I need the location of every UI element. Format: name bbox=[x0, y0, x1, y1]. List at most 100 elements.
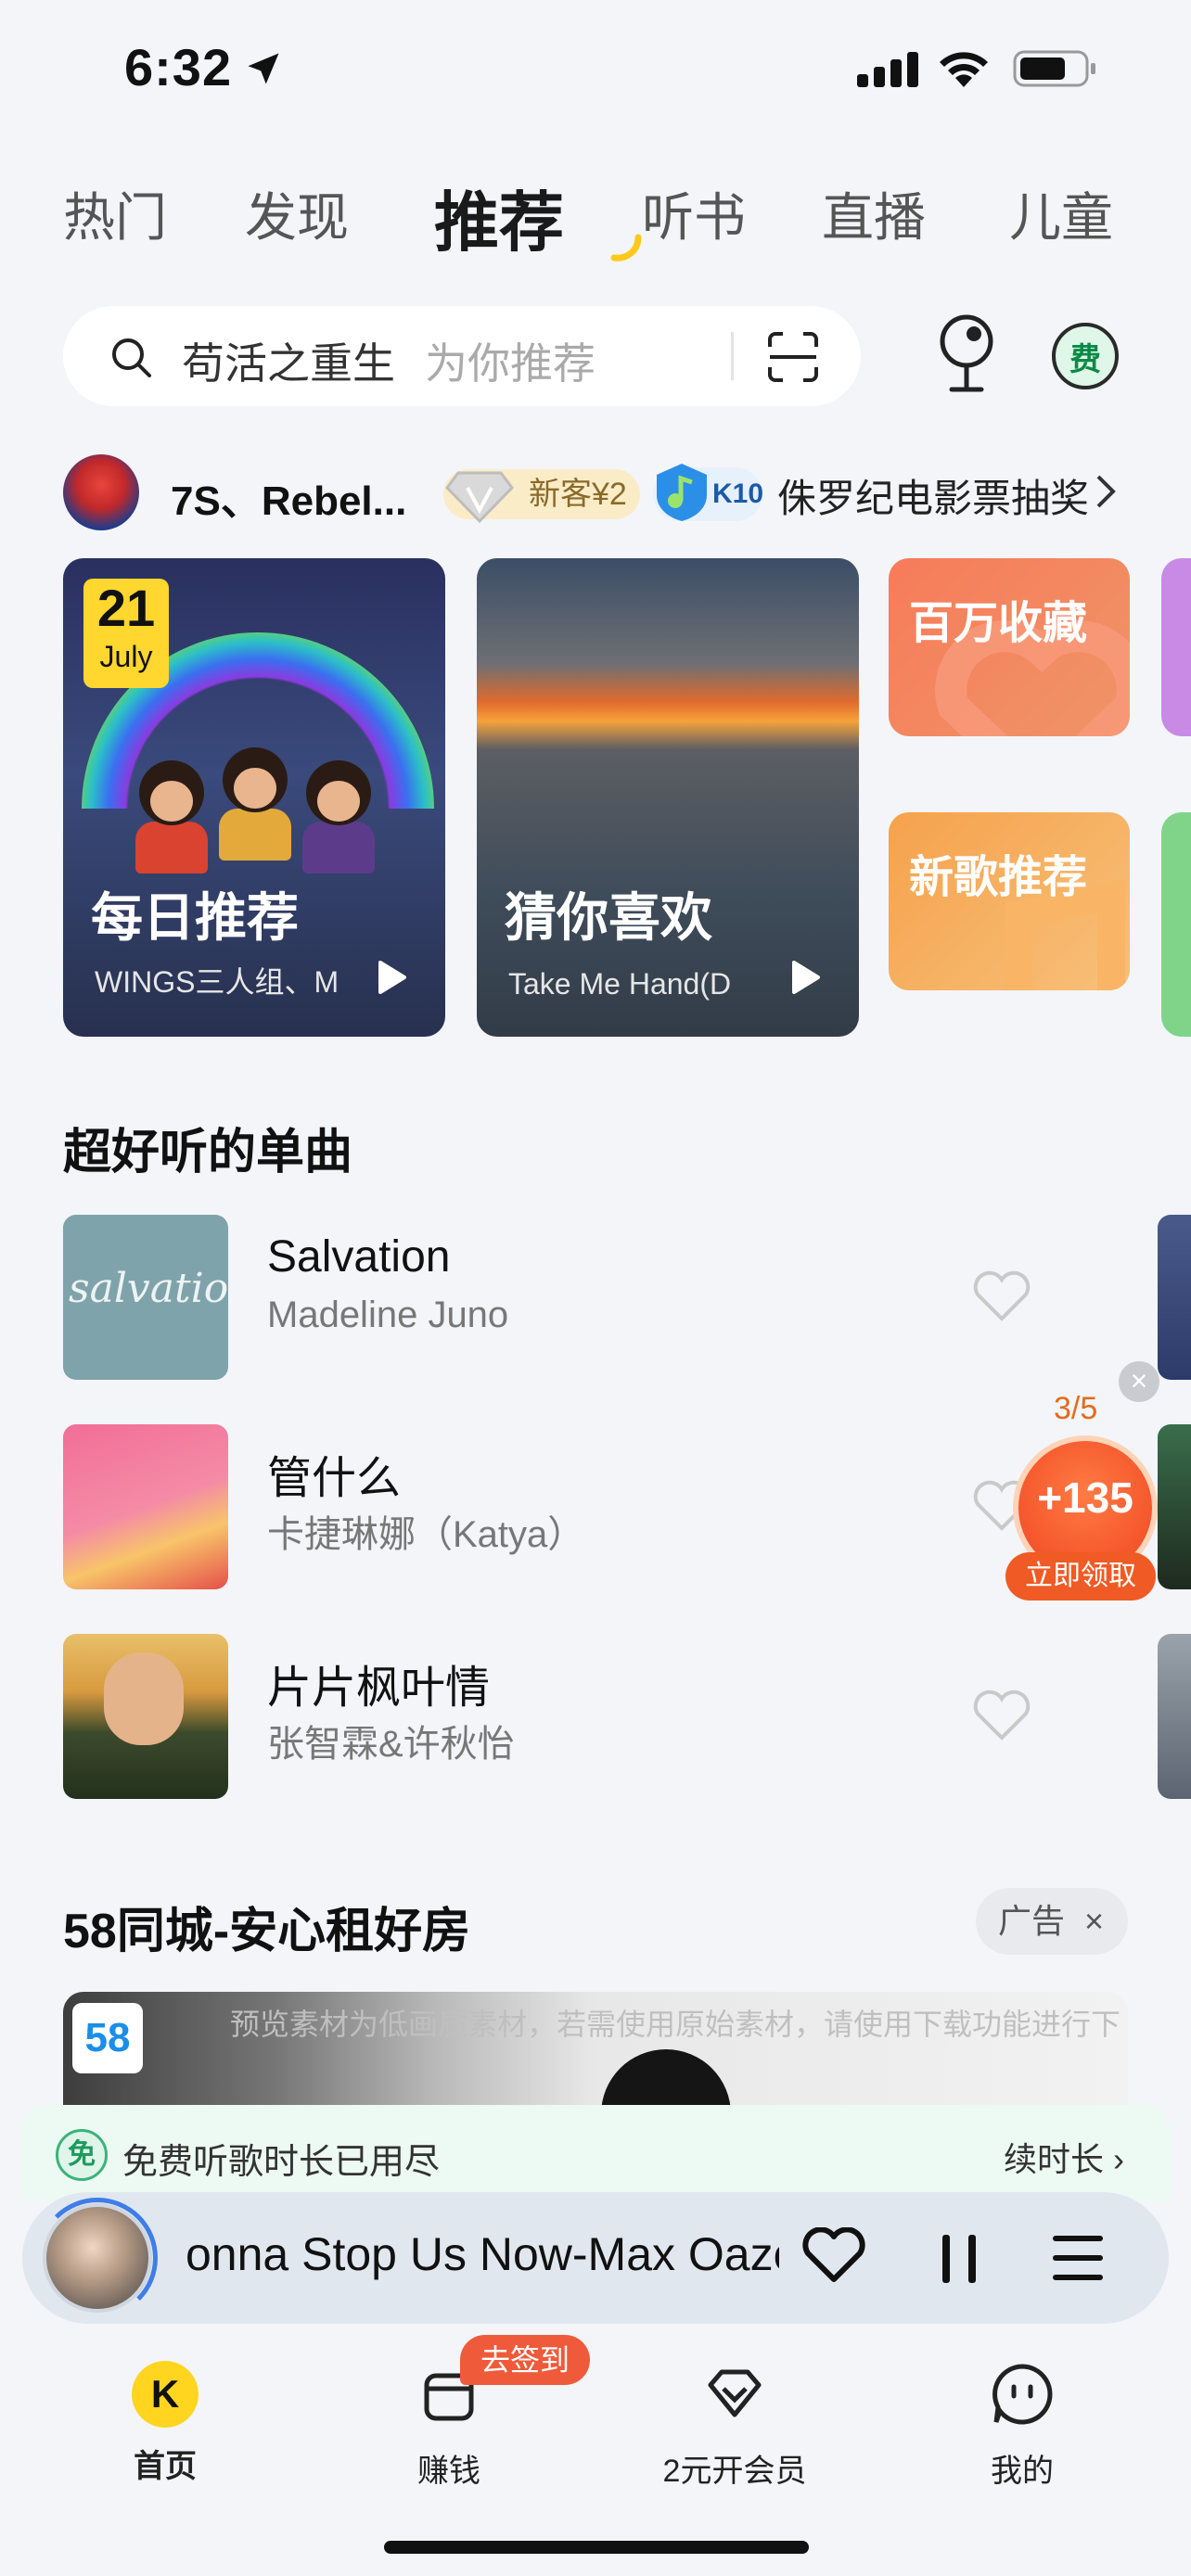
album-cover bbox=[63, 1424, 228, 1589]
song-artist: 张智霖&许秋怡 bbox=[267, 1724, 515, 1765]
now-playing-title[interactable]: onna Stop Us Now-Max Oazo bbox=[186, 2227, 779, 2281]
tab-label: 我的 bbox=[991, 2454, 1054, 2489]
status-bar: 6:32 bbox=[0, 0, 1191, 139]
guess-you-like-card[interactable]: 猜你喜欢 Take Me Hand(D bbox=[477, 558, 859, 1037]
active-tab-indicator bbox=[610, 234, 642, 261]
diamond-icon bbox=[445, 471, 514, 524]
scan-icon[interactable] bbox=[766, 330, 820, 384]
ad-tag[interactable]: 广告 × bbox=[976, 1888, 1128, 1955]
profile-face-icon bbox=[992, 2364, 1053, 2425]
tab-label: 赚钱 bbox=[417, 2454, 480, 2489]
search-bar[interactable]: 苟活之重生 为你推荐 bbox=[63, 306, 861, 406]
ad-logo: 58 bbox=[72, 2003, 143, 2073]
favorite-heart-icon[interactable] bbox=[972, 1690, 1031, 1741]
ad-title[interactable]: 58同城-安心租好房 bbox=[63, 1892, 470, 1961]
diamond-vip-icon bbox=[708, 2369, 762, 2417]
tab-audiobooks[interactable]: 听书 bbox=[642, 176, 746, 251]
date-badge: 21 July bbox=[83, 579, 169, 688]
more-card-peek[interactable] bbox=[1161, 558, 1191, 736]
song-title: Salvation bbox=[267, 1232, 451, 1282]
song-title: 管什么 bbox=[267, 1454, 402, 1503]
next-column-peek[interactable] bbox=[1158, 1215, 1191, 1380]
coin-amount: +135 bbox=[1037, 1473, 1133, 1522]
close-ad-icon[interactable]: × bbox=[1084, 1888, 1104, 1955]
card-title: 猜你喜欢 bbox=[505, 888, 712, 947]
song-row[interactable]: 片片枫叶情 张智霖&许秋怡 bbox=[63, 1634, 1083, 1801]
card-title: 新歌推荐 bbox=[909, 853, 1088, 902]
play-icon[interactable] bbox=[790, 959, 822, 996]
card-subtitle: Take Me Hand(D bbox=[508, 967, 732, 1001]
card-subtitle: WINGS三人组、M bbox=[95, 965, 339, 999]
pause-icon[interactable] bbox=[939, 2231, 980, 2287]
ad-person-figure bbox=[601, 2049, 731, 2112]
album-cover bbox=[63, 1634, 228, 1799]
tab-recommend[interactable]: 推荐 bbox=[434, 171, 564, 264]
renew-label: 续时长 bbox=[1003, 2140, 1104, 2178]
claim-now-button[interactable]: 立即领取 bbox=[1005, 1552, 1156, 1600]
date-day: 21 bbox=[96, 579, 156, 637]
date-month: July bbox=[99, 640, 153, 673]
tab-live[interactable]: 直播 bbox=[822, 176, 926, 251]
music-note-badge-icon bbox=[657, 464, 707, 521]
song-artist: 卡捷琳娜（Katya） bbox=[267, 1514, 585, 1555]
search-icon bbox=[112, 338, 151, 377]
tab-vip[interactable]: 2元开会员 bbox=[642, 2361, 827, 2491]
search-divider bbox=[731, 332, 734, 380]
portrait-face bbox=[104, 1652, 184, 1745]
like-icon[interactable] bbox=[801, 2227, 866, 2285]
promo-prize-text[interactable]: 侏罗纪电影票抽奖 bbox=[777, 467, 1089, 524]
close-icon[interactable]: × bbox=[1119, 1361, 1159, 1402]
mini-player[interactable]: onna Stop Us Now-Max Oazo bbox=[22, 2192, 1169, 2324]
home-indicator bbox=[384, 2541, 809, 2554]
card-title: 每日推荐 bbox=[91, 888, 299, 947]
tab-kids[interactable]: 儿童 bbox=[1009, 176, 1113, 251]
cartoon-figure bbox=[135, 760, 208, 874]
top-tab-bar: 热门 发现 推荐 听书 直播 儿童 bbox=[63, 176, 1130, 261]
cartoon-figure bbox=[219, 747, 291, 861]
quota-text: 免费听歌时长已用尽 bbox=[122, 2143, 441, 2182]
section-title: 超好听的单曲 bbox=[63, 1126, 353, 1180]
search-query-text: 苟活之重生 bbox=[182, 339, 395, 388]
tab-label: 首页 bbox=[134, 2449, 197, 2484]
ad-label: 广告 bbox=[998, 1902, 1066, 1940]
ad-watermark: 预览素材为低画质素材，若需使用原始素材，请使用下载功能进行下 bbox=[230, 2008, 1121, 2041]
user-avatar[interactable] bbox=[63, 454, 139, 530]
cellular-signal-icon bbox=[857, 52, 918, 87]
free-quota-bar[interactable]: 免 免费听歌时长已用尽 续时长 › bbox=[20, 2105, 1171, 2201]
playlist-icon[interactable] bbox=[1050, 2231, 1106, 2285]
song-row[interactable]: salvation Salvation Madeline Juno bbox=[63, 1215, 1083, 1382]
home-icon: K bbox=[132, 2361, 198, 2428]
promo-user-name: 7S、Rebel... bbox=[171, 478, 407, 524]
song-title: 片片枫叶情 bbox=[267, 1664, 491, 1713]
free-mode-button[interactable]: 费 bbox=[1052, 323, 1119, 389]
coin-reward-widget[interactable]: × 3/5 +135 立即领取 bbox=[1002, 1361, 1191, 1602]
more-card-peek[interactable] bbox=[1161, 812, 1191, 1037]
promo-row[interactable]: 7S、Rebel... 新客¥2 K10 侏罗纪电影票抽奖 bbox=[63, 454, 1139, 530]
coin-progress: 3/5 bbox=[1054, 1391, 1098, 1426]
play-icon[interactable] bbox=[377, 959, 408, 996]
new-songs-card[interactable]: 新歌推荐 bbox=[889, 812, 1130, 990]
cover-text: salvation bbox=[69, 1265, 228, 1312]
tab-home[interactable]: K 首页 bbox=[72, 2361, 258, 2486]
song-row[interactable]: 管什么 卡捷琳娜（Katya） bbox=[63, 1424, 1083, 1591]
free-icon: 免 bbox=[56, 2129, 108, 2181]
status-time: 6:32 bbox=[124, 38, 233, 96]
daily-recommend-card[interactable]: 21 July 每日推荐 WINGS三人组、M bbox=[63, 558, 445, 1037]
tab-me[interactable]: 我的 bbox=[929, 2361, 1115, 2491]
wifi-icon bbox=[940, 52, 988, 87]
song-artist: Madeline Juno bbox=[267, 1294, 509, 1335]
card-title: 百万收藏 bbox=[909, 599, 1088, 648]
tab-discover[interactable]: 发现 bbox=[245, 176, 349, 251]
album-cover: salvation bbox=[63, 1215, 228, 1380]
ad-image[interactable]: 58 预览素材为低画质素材，若需使用原始素材，请使用下载功能进行下 bbox=[63, 1992, 1128, 2112]
voice-search-icon[interactable] bbox=[928, 306, 1005, 395]
location-arrow-icon bbox=[248, 53, 279, 84]
tab-hot[interactable]: 热门 bbox=[63, 176, 167, 251]
next-column-peek[interactable] bbox=[1158, 1634, 1191, 1799]
checkin-badge[interactable]: 去签到 bbox=[460, 2335, 590, 2385]
renew-link[interactable]: 续时长 › bbox=[1004, 2133, 1124, 2181]
battery-icon bbox=[1013, 50, 1095, 87]
million-favorites-card[interactable]: 百万收藏 bbox=[889, 558, 1130, 736]
chevron-right-icon bbox=[1096, 475, 1116, 508]
favorite-heart-icon[interactable] bbox=[972, 1270, 1031, 1322]
